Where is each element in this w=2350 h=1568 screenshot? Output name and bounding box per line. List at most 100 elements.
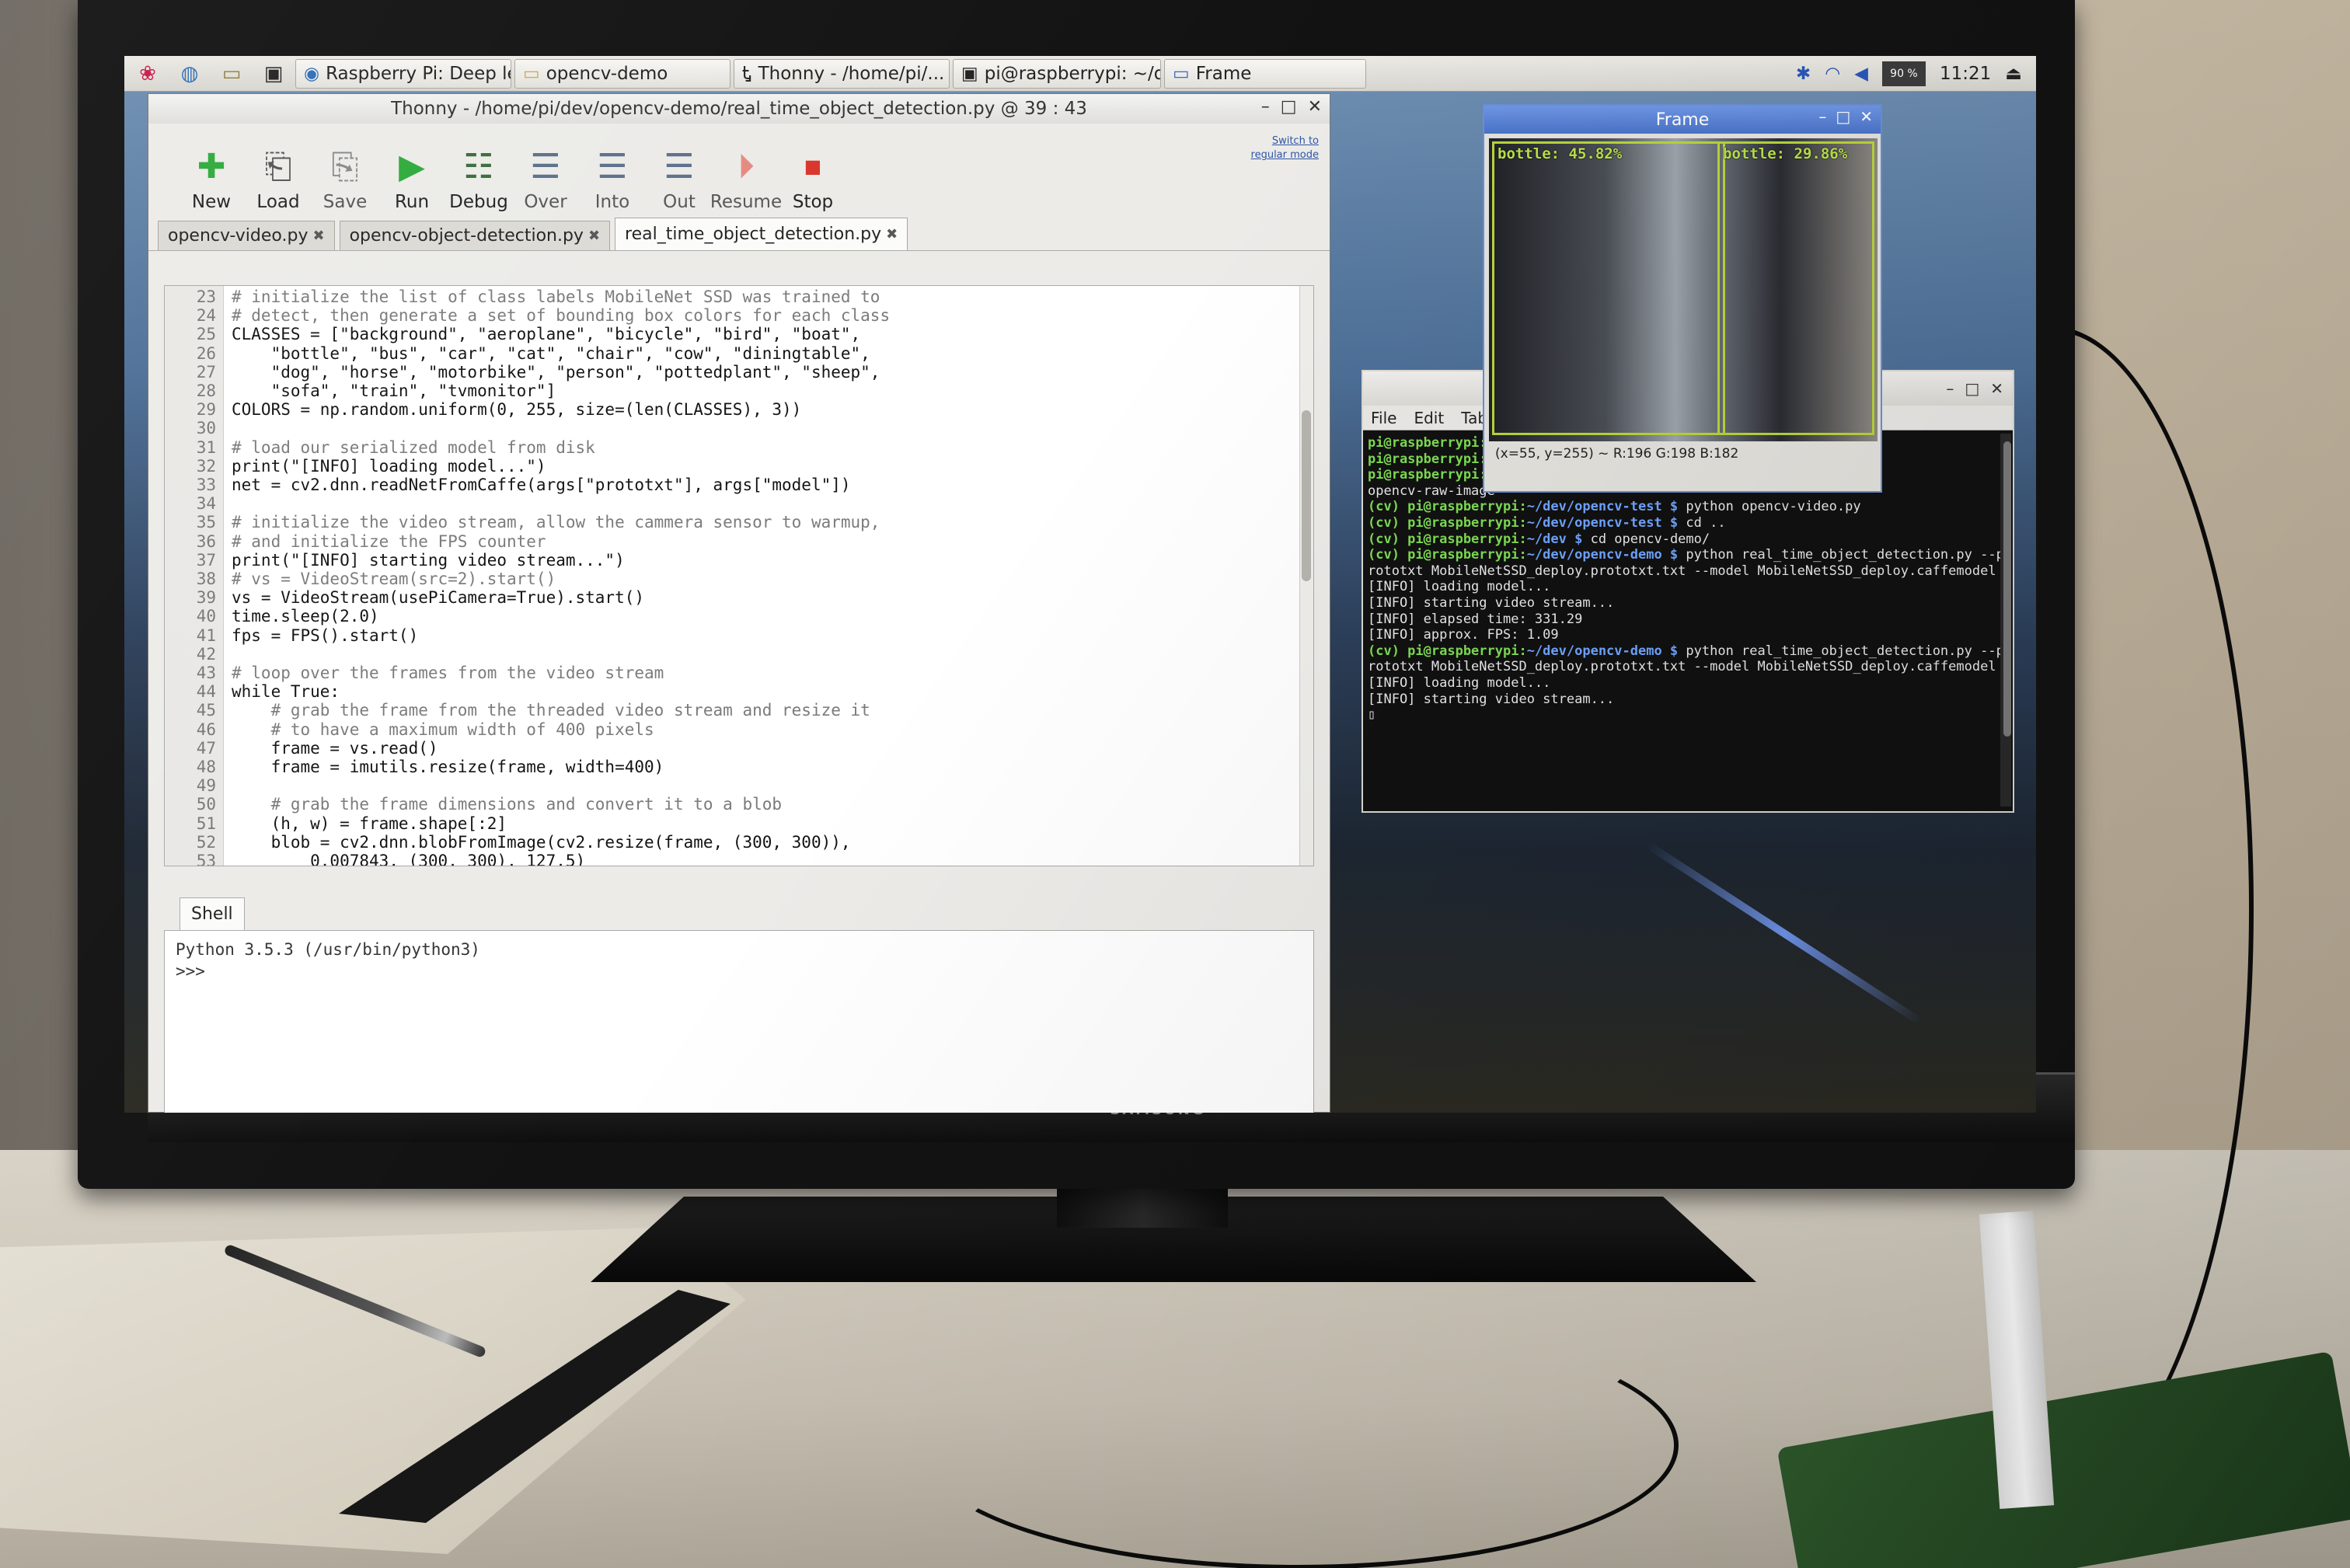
terminal-cursor[interactable]: ▯: [1368, 707, 1375, 723]
line-number: 52: [196, 832, 216, 852]
editor-scrollbar[interactable]: [1299, 286, 1313, 866]
prompt-path: ~/dev/opencv-demo $: [1526, 643, 1679, 659]
eject-icon[interactable]: ⏏: [2005, 64, 2022, 84]
switch-mode-link[interactable]: Switch to regular mode: [1251, 134, 1319, 162]
tab-opencv-video[interactable]: opencv-video.py ✖: [158, 221, 335, 250]
globe-browser-icon[interactable]: ◍: [171, 59, 208, 89]
file-manager-icon[interactable]: ▭: [213, 59, 250, 89]
code-line[interactable]: fps = FPS().start(): [232, 626, 418, 645]
menu-edit[interactable]: Edit: [1414, 409, 1444, 427]
code-line[interactable]: time.sleep(2.0): [232, 607, 379, 625]
terminal-line: (cv) pi@raspberrypi:~/dev/opencv-demo $ …: [1368, 643, 2000, 659]
code-line[interactable]: print("[INFO] loading model..."): [232, 457, 546, 476]
resume-button[interactable]: ⏵ Resume: [710, 147, 782, 213]
prompt-user: (cv) pi@raspberrypi:: [1368, 531, 1527, 547]
new-icon: ✚: [197, 147, 226, 186]
detection-label: bottle: 45.82%: [1498, 145, 1623, 162]
clock[interactable]: 11:21: [1940, 64, 1991, 84]
maximize-icon[interactable]: □: [1281, 97, 1297, 117]
step-into-button[interactable]: ☰ Into: [579, 147, 646, 213]
code-line[interactable]: "dog", "horse", "motorbike", "person", "…: [232, 363, 880, 382]
terminal-line: [INFO] loading model...: [1368, 675, 1550, 691]
prompt-user: (cv) pi@raspberrypi:: [1368, 547, 1527, 563]
tab-opencv-object-detection[interactable]: opencv-object-detection.py ✖: [339, 221, 611, 250]
run-button[interactable]: ▶ Run: [378, 147, 445, 213]
task-chromium[interactable]: ◉Raspberry Pi: Deep le...: [295, 58, 511, 89]
code-line[interactable]: print("[INFO] starting video stream..."): [232, 551, 625, 570]
task-thonny[interactable]: Ꮏ Thonny - /home/pi/...: [734, 58, 950, 89]
terminal-line: [INFO] starting video stream...: [1368, 692, 1614, 707]
terminal-icon: ▣: [961, 63, 978, 84]
terminal-text: [INFO] loading model...: [1368, 675, 1551, 691]
code-editor[interactable]: 23 24 25 26 27 28 29 30 31 32 33 34 35 36 37 38 39 40 41 42…: [164, 285, 1314, 866]
code-comment[interactable]: # loop over the frames from the video st…: [232, 664, 664, 682]
detection-box: bottle: 45.82%: [1492, 141, 1725, 435]
tab-real-time-object-detection[interactable]: real_time_object_detection.py ✖: [615, 218, 908, 250]
shell-console[interactable]: Python 3.5.3 (/usr/bin/python3) >>>: [164, 930, 1314, 1113]
menu-file[interactable]: File: [1371, 409, 1396, 427]
close-tab-icon[interactable]: ✖: [312, 228, 324, 244]
prompt-user: (cv) pi@raspberrypi:: [1368, 515, 1527, 531]
task-file-manager[interactable]: ▭ opencv-demo: [514, 58, 730, 89]
task-terminal[interactable]: ▣pi@raspberrypi: ~/de...: [953, 58, 1161, 89]
frame-titlebar[interactable]: Frame – □ ✕: [1484, 106, 1881, 134]
code-line[interactable]: "sofa", "train", "tvmonitor"]: [232, 382, 556, 400]
toolbar: ✚ New ⎗ Load ⎘ Save ▶ Run ☷ Debug ☰ Over ☰ Into…: [148, 124, 1330, 218]
code-line[interactable]: (h, w) = frame.shape[:2]: [232, 814, 507, 833]
terminal-line: rototxt MobileNetSSD_deploy.prototxt.txt…: [1368, 563, 1996, 579]
code-comment[interactable]: # initialize the video stream, allow the…: [232, 513, 880, 531]
debug-button[interactable]: ☷ Debug: [445, 147, 512, 213]
tab-shell[interactable]: Shell: [180, 897, 245, 930]
shell-prompt[interactable]: >>>: [176, 962, 205, 981]
code-comment[interactable]: # detect, then generate a set of boundin…: [232, 306, 890, 325]
code-line[interactable]: frame = vs.read(): [232, 739, 438, 758]
camera-video-frame[interactable]: bottle: 45.82% bottle: 29.86%: [1489, 138, 1878, 441]
line-number: 33: [196, 476, 216, 494]
volume-icon[interactable]: ◀: [1854, 64, 1868, 84]
save-button[interactable]: ⎘ Save: [312, 147, 378, 213]
terminal-text: [INFO] starting video stream...: [1368, 595, 1615, 611]
raspberry-menu-icon[interactable]: ❀: [129, 59, 166, 89]
step-out-button[interactable]: ☰ Out: [646, 147, 713, 213]
code-comment[interactable]: # grab the frame from the threaded video…: [232, 701, 870, 720]
close-tab-icon[interactable]: ✖: [588, 228, 600, 244]
terminal-icon[interactable]: ▣: [255, 59, 292, 89]
code-line[interactable]: vs = VideoStream(usePiCamera=True).start…: [232, 588, 644, 607]
code-comment[interactable]: # to have a maximum width of 400 pixels: [232, 720, 654, 739]
code-comment[interactable]: # grab the frame dimensions and convert …: [232, 795, 782, 814]
minimize-icon[interactable]: –: [1261, 97, 1270, 117]
step-over-button[interactable]: ☰ Over: [512, 147, 579, 213]
minimize-icon[interactable]: –: [1818, 107, 1826, 126]
task-frame[interactable]: ▭ Frame: [1164, 58, 1366, 89]
maximize-icon[interactable]: □: [1965, 379, 1979, 398]
code-comment[interactable]: # initialize the list of class labels Mo…: [232, 287, 880, 306]
close-icon[interactable]: ✕: [1308, 97, 1322, 117]
bluetooth-icon[interactable]: ✱: [1796, 64, 1811, 84]
step-over-icon: ☰: [530, 147, 561, 186]
code-line[interactable]: CLASSES = ["background", "aeroplane", "b…: [232, 325, 860, 343]
code-comment[interactable]: # vs = VideoStream(src=2).start(): [232, 570, 556, 588]
window-titlebar[interactable]: Thonny - /home/pi/dev/opencv-demo/real_t…: [148, 94, 1330, 124]
stop-button[interactable]: ⏹ Stop: [779, 147, 846, 213]
close-tab-icon[interactable]: ✖: [886, 226, 898, 242]
load-button[interactable]: ⎗ Load: [245, 147, 312, 213]
new-button[interactable]: ✚ New: [178, 147, 245, 213]
code-line[interactable]: net = cv2.dnn.readNetFromCaffe(args["pro…: [232, 476, 851, 494]
code-line[interactable]: 0.007843, (300, 300), 127.5): [232, 852, 585, 866]
scrollbar-thumb[interactable]: [2003, 441, 2011, 737]
terminal-line: pi@raspberrypi:: [1368, 467, 1487, 483]
close-icon[interactable]: ✕: [1990, 379, 2003, 398]
wifi-icon[interactable]: ◠: [1825, 64, 1840, 84]
code-line[interactable]: frame = imutils.resize(frame, width=400): [232, 758, 664, 776]
maximize-icon[interactable]: □: [1836, 107, 1850, 126]
code-line[interactable]: "bottle", "bus", "car", "cat", "chair", …: [232, 344, 870, 363]
code-comment[interactable]: # load our serialized model from disk: [232, 438, 595, 457]
code-line[interactable]: COLORS = np.random.uniform(0, 255, size=…: [232, 400, 801, 419]
minimize-icon[interactable]: –: [1946, 379, 1954, 398]
close-icon[interactable]: ✕: [1860, 107, 1873, 126]
code-comment[interactable]: # and initialize the FPS counter: [232, 532, 546, 551]
scrollbar-thumb[interactable]: [1302, 410, 1311, 581]
prompt-user: pi@raspberrypi:: [1368, 467, 1487, 483]
code-line[interactable]: blob = cv2.dnn.blobFromImage(cv2.resize(…: [232, 833, 851, 852]
code-line[interactable]: while True:: [232, 682, 340, 701]
